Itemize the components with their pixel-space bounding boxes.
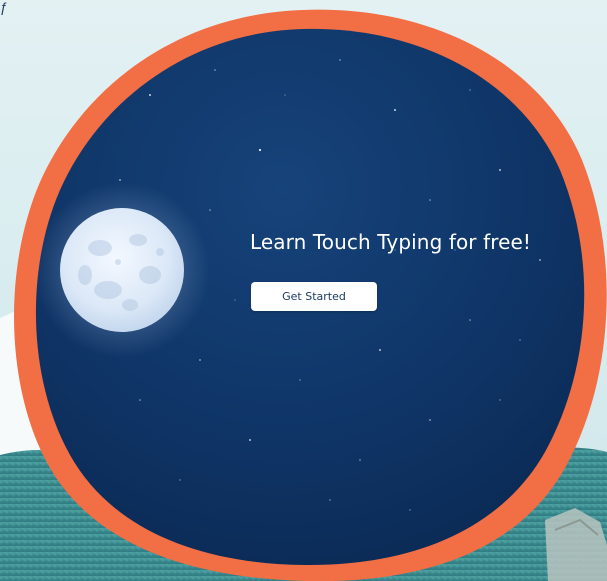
get-started-button[interactable]: Get Started <box>251 282 377 311</box>
moon-icon <box>60 208 184 332</box>
landing-hero: ƒ Learn Touch Typing for free! Get Start… <box>0 0 607 581</box>
hero-headline: Learn Touch Typing for free! <box>250 230 532 254</box>
